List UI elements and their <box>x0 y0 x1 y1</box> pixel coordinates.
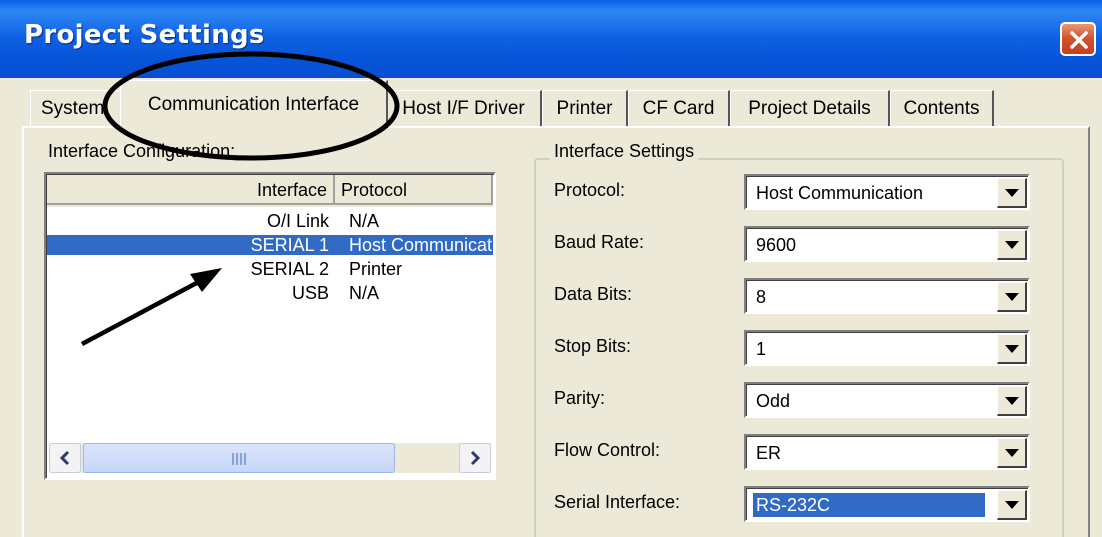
list-row[interactable]: SERIAL 2 Printer <box>47 259 493 279</box>
tab-label: Communication Interface <box>147 93 360 115</box>
tab-host-if-driver[interactable]: Host I/F Driver <box>386 90 542 126</box>
row-protocol: N/A <box>349 283 380 303</box>
flow-control-value: ER <box>756 443 782 463</box>
flow-control-dropdown[interactable]: ER <box>744 434 1030 470</box>
data-bits-value: 8 <box>756 287 767 307</box>
tab-project-details[interactable]: Project Details <box>730 90 890 126</box>
baud-rate-dropdown-button[interactable] <box>997 230 1027 260</box>
stop-bits-label: Stop Bits: <box>554 336 632 356</box>
list-header: Interface Protocol <box>47 175 493 207</box>
interface-list[interactable]: Interface Protocol O/I Link N/A SERIAL 1… <box>44 172 496 480</box>
scroll-right-button[interactable] <box>459 443 491 473</box>
row-protocol: Printer <box>349 259 403 279</box>
parity-value: Odd <box>756 391 791 411</box>
chevron-down-icon <box>1005 397 1019 405</box>
serial-interface-value: RS-232C <box>753 493 985 517</box>
chevron-down-icon <box>1005 241 1019 249</box>
tab-system[interactable]: System <box>30 90 124 126</box>
data-bits-dropdown[interactable]: 8 <box>744 278 1030 314</box>
window-title: Project Settings <box>24 20 265 50</box>
list-row-selected[interactable]: SERIAL 1 Host Communication <box>47 235 494 255</box>
chevron-left-icon <box>59 450 70 466</box>
chevron-down-icon <box>1005 345 1019 353</box>
parity-label: Parity: <box>554 388 606 408</box>
row-interface: SERIAL 1 <box>250 235 329 255</box>
flow-control-label: Flow Control: <box>554 440 661 460</box>
protocol-value: Host Communication <box>756 183 924 203</box>
scroll-left-button[interactable] <box>49 443 81 473</box>
interface-configuration-label: Interface Configuration: <box>48 141 236 162</box>
row-protocol: Host Communication <box>349 235 494 255</box>
title-bar[interactable]: Project Settings <box>0 0 1102 78</box>
baud-rate-label: Baud Rate: <box>554 232 645 252</box>
interface-settings-label: Interface Settings <box>550 141 699 162</box>
flow-control-dropdown-button[interactable] <box>997 438 1027 468</box>
protocol-dropdown-button[interactable] <box>997 178 1027 208</box>
tab-printer[interactable]: Printer <box>542 90 628 126</box>
tab-label: Host I/F Driver <box>402 97 525 119</box>
tab-communication-interface[interactable]: Communication Interface <box>120 80 388 128</box>
tab-label: Printer <box>556 97 613 119</box>
list-row[interactable]: USB N/A <box>47 283 493 303</box>
data-bits-label: Data Bits: <box>554 284 633 304</box>
grip-icon <box>232 453 246 465</box>
parity-dropdown-button[interactable] <box>997 386 1027 416</box>
baud-rate-value: 9600 <box>756 235 797 255</box>
scroll-thumb[interactable] <box>83 443 395 473</box>
row-interface: USB <box>291 283 329 303</box>
project-settings-window: Project Settings System Communication In… <box>0 0 1102 537</box>
row-protocol: N/A <box>349 211 380 231</box>
close-icon <box>1070 31 1088 49</box>
column-header-interface[interactable]: Interface <box>47 175 335 205</box>
close-button[interactable] <box>1060 22 1096 56</box>
row-interface: O/I Link <box>266 211 329 231</box>
tab-label: System <box>41 97 105 119</box>
chevron-down-icon <box>1005 293 1019 301</box>
tab-cf-card[interactable]: CF Card <box>628 90 730 126</box>
tab-label: CF Card <box>642 97 715 119</box>
chevron-down-icon <box>1005 189 1019 197</box>
chevron-down-icon <box>1005 501 1019 509</box>
stop-bits-dropdown-button[interactable] <box>997 334 1027 364</box>
serial-interface-label: Serial Interface: <box>554 492 681 512</box>
chevron-right-icon <box>470 450 481 466</box>
baud-rate-dropdown[interactable]: 9600 <box>744 226 1030 262</box>
protocol-dropdown[interactable]: Host Communication <box>744 174 1030 210</box>
parity-dropdown[interactable]: Odd <box>744 382 1030 418</box>
stop-bits-value: 1 <box>756 339 767 359</box>
protocol-label: Protocol: <box>554 180 626 200</box>
list-row[interactable]: O/I Link N/A <box>47 211 493 231</box>
chevron-down-icon <box>1005 449 1019 457</box>
column-header-protocol[interactable]: Protocol <box>335 175 493 205</box>
data-bits-dropdown-button[interactable] <box>997 282 1027 312</box>
row-interface: SERIAL 2 <box>250 259 329 279</box>
tab-label: Contents <box>903 97 980 119</box>
serial-interface-dropdown[interactable]: RS-232C <box>744 486 1030 522</box>
stop-bits-dropdown[interactable]: 1 <box>744 330 1030 366</box>
tab-label: Project Details <box>748 97 871 119</box>
serial-interface-dropdown-button[interactable] <box>997 490 1027 520</box>
horizontal-scrollbar[interactable] <box>49 443 491 473</box>
tab-contents[interactable]: Contents <box>890 90 994 126</box>
